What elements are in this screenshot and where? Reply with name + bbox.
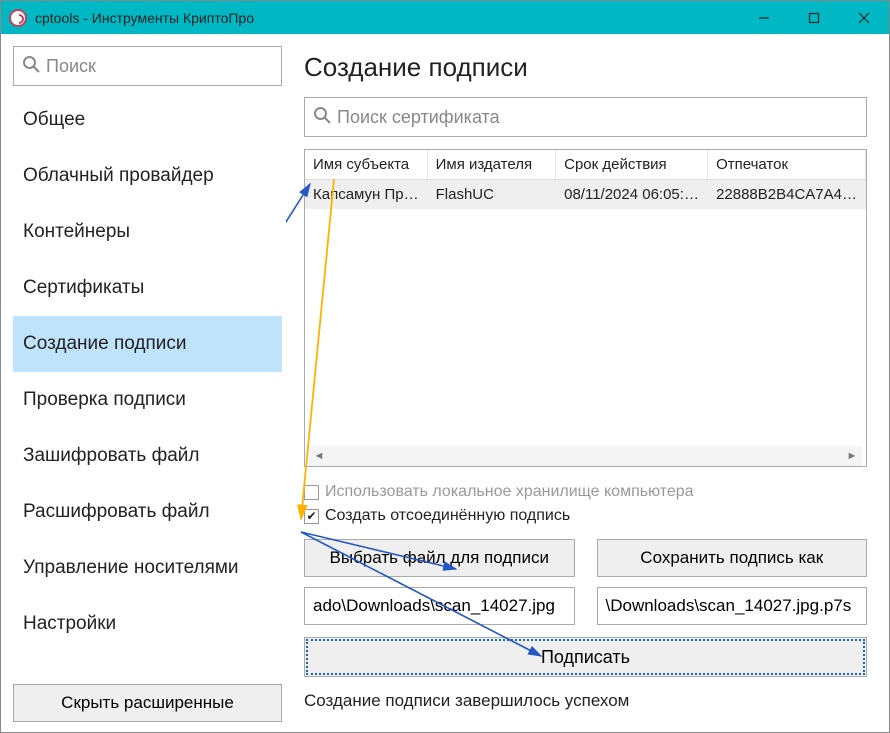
window-title: cptools - Инструменты КриптоПро [35, 10, 254, 26]
use-local-store-label: Использовать локальное хранилище компьют… [325, 483, 694, 501]
sidebar-item-6[interactable]: Зашифровать файл [13, 428, 282, 484]
close-icon [858, 12, 870, 24]
col-subject[interactable]: Имя субъекта [305, 150, 427, 180]
page-title: Создание подписи [304, 52, 867, 83]
choose-file-button[interactable]: Выбрать файл для подписи [304, 539, 575, 577]
certificate-table: Имя субъекта Имя издателя Срок действия … [304, 149, 867, 467]
sidebar-item-2[interactable]: Контейнеры [13, 204, 282, 260]
cell-thumbprint: 22888B2B4CA7A4… [708, 180, 866, 210]
cell-validity: 08/11/2024 06:05:… [556, 180, 708, 210]
cell-subject: Капсамун Пр… [305, 180, 427, 210]
sign-button[interactable]: Подписать [304, 637, 867, 677]
detached-signature-label: Создать отсоединённую подпись [325, 507, 570, 525]
hide-advanced-button[interactable]: Скрыть расширенные [13, 684, 282, 722]
certificate-search[interactable] [304, 97, 867, 137]
search-icon [313, 106, 331, 129]
sidebar-search[interactable] [13, 46, 282, 86]
scroll-left-icon[interactable]: ◄ [309, 446, 329, 466]
checkbox-checked-icon[interactable] [304, 509, 319, 524]
sidebar-item-5[interactable]: Проверка подписи [13, 372, 282, 428]
col-issuer[interactable]: Имя издателя [427, 150, 556, 180]
sidebar-nav: ОбщееОблачный провайдерКонтейнерыСертифи… [13, 92, 282, 684]
minimize-button[interactable] [739, 1, 789, 34]
use-local-store-row[interactable]: Использовать локальное хранилище компьют… [304, 483, 867, 501]
sidebar-item-3[interactable]: Сертификаты [13, 260, 282, 316]
status-text: Создание подписи завершилось успехом [304, 691, 867, 711]
title-bar: cptools - Инструменты КриптоПро [1, 1, 889, 34]
table-row[interactable]: Капсамун Пр… FlashUC 08/11/2024 06:05:… … [305, 180, 866, 210]
col-validity[interactable]: Срок действия [556, 150, 708, 180]
maximize-button[interactable] [789, 1, 839, 34]
sidebar: ОбщееОблачный провайдерКонтейнерыСертифи… [1, 34, 286, 732]
search-icon [22, 55, 40, 78]
checkbox-unchecked-icon[interactable] [304, 485, 319, 500]
scroll-right-icon[interactable]: ► [842, 446, 862, 466]
minimize-icon [758, 12, 770, 24]
scroll-track[interactable] [329, 447, 842, 465]
cell-issuer: FlashUC [427, 180, 556, 210]
input-file-path[interactable]: ado\Downloads\scan_14027.jpg [304, 587, 575, 625]
main-panel: Создание подписи Имя субъекта Имя издате… [286, 34, 889, 732]
close-button[interactable] [839, 1, 889, 34]
save-signature-as-button[interactable]: Сохранить подпись как [597, 539, 868, 577]
sidebar-item-0[interactable]: Общее [13, 92, 282, 148]
horizontal-scrollbar[interactable]: ◄ ► [309, 446, 862, 466]
sidebar-search-input[interactable] [46, 56, 278, 77]
maximize-icon [808, 12, 820, 24]
sidebar-item-4[interactable]: Создание подписи [13, 316, 282, 372]
certificate-search-input[interactable] [337, 107, 858, 128]
output-file-path[interactable]: \Downloads\scan_14027.jpg.p7s [597, 587, 868, 625]
detached-signature-row[interactable]: Создать отсоединённую подпись [304, 507, 867, 525]
sidebar-item-8[interactable]: Управление носителями [13, 540, 282, 596]
window-controls [739, 1, 889, 34]
sidebar-item-1[interactable]: Облачный провайдер [13, 148, 282, 204]
sidebar-item-7[interactable]: Расшифровать файл [13, 484, 282, 540]
col-thumbprint[interactable]: Отпечаток [708, 150, 866, 180]
sidebar-item-9[interactable]: Настройки [13, 596, 282, 652]
app-icon [9, 9, 27, 27]
